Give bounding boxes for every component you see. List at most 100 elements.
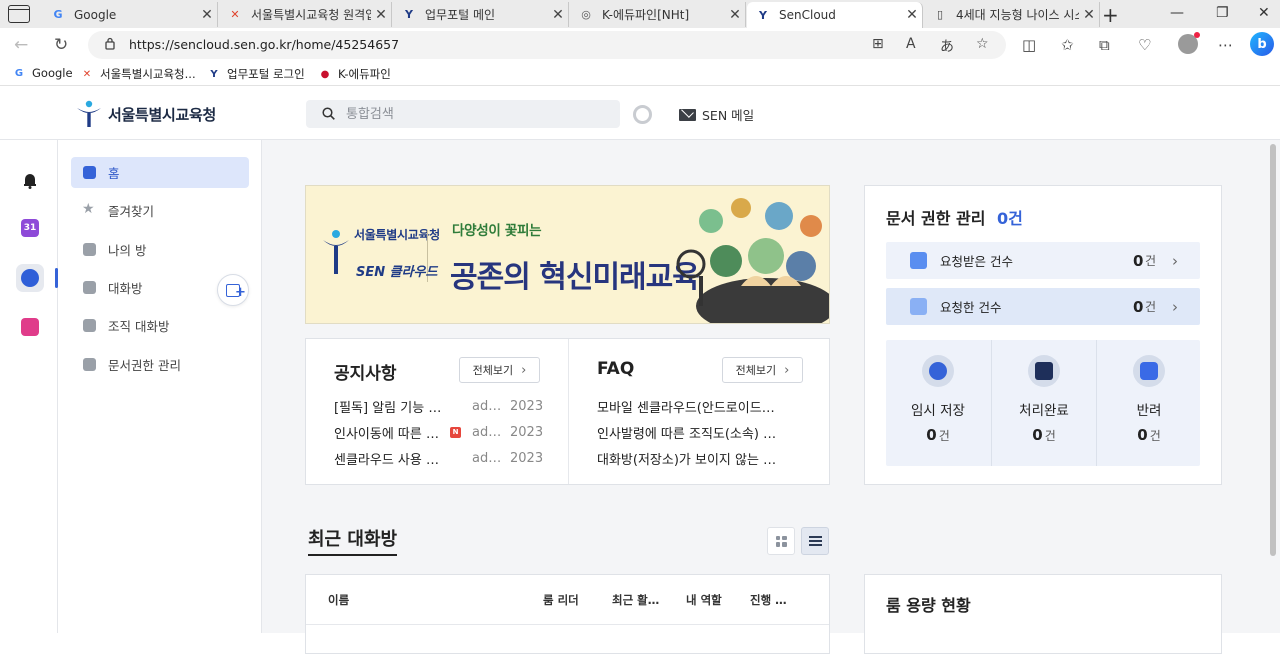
close-icon[interactable]: ✕ <box>902 7 922 23</box>
bookmark-sen[interactable]: ✕ 서울특별시교육청... <box>80 66 196 82</box>
bookmark-portal-login[interactable]: Y 업무포털 로그인 <box>207 66 305 82</box>
sencloud-app: 서울특별시교육청 SEN 메일 31 <box>0 87 1280 654</box>
browser-essentials-icon[interactable]: ♡ <box>1138 36 1151 54</box>
address-bar: ← ↻ https://sencloud.sen.go.kr/home/4525… <box>0 28 1280 62</box>
notice-item[interactable]: 인사이동에 따른 조직 변경 N admin 2023 <box>334 423 544 442</box>
column-leader[interactable]: 룸 리더 <box>543 592 579 608</box>
notice-view-all-button[interactable]: 전체보기 <box>459 357 540 383</box>
request-unit: 건 <box>1145 300 1157 314</box>
stat-rejected[interactable]: 반려 0건 <box>1096 340 1200 466</box>
org-chart-icon[interactable] <box>21 318 39 336</box>
global-search[interactable] <box>306 100 620 128</box>
column-name[interactable]: 이름 <box>328 592 349 608</box>
notice-item-author: admin <box>472 424 506 440</box>
url-text[interactable]: https://sencloud.sen.go.kr/home/45254657 <box>129 37 399 52</box>
back-icon[interactable]: ← <box>14 35 28 55</box>
collections-icon[interactable]: ⧉ <box>1099 36 1110 54</box>
new-tab-button[interactable]: + <box>1102 3 1119 27</box>
bookmarks-bar: G Google ✕ 서울특별시교육청... Y 업무포털 로그인 ● K-에듀… <box>0 62 1280 86</box>
refresh-icon[interactable]: ↻ <box>54 35 68 55</box>
org-logo[interactable]: 서울특별시교육청 <box>74 99 216 129</box>
close-window-icon[interactable]: ✕ <box>1258 5 1270 21</box>
favorites-icon[interactable]: ✩ <box>1061 36 1074 54</box>
close-icon[interactable]: ✕ <box>548 7 568 23</box>
faq-item[interactable]: 인사발령에 따른 조직도(소속) 변경 <box>597 423 777 442</box>
close-icon[interactable]: ✕ <box>371 7 391 23</box>
sen-mail-link[interactable]: SEN 메일 <box>679 105 754 124</box>
menu-label: 홈 <box>108 166 120 181</box>
list-view-button[interactable] <box>801 527 829 555</box>
close-icon[interactable]: ✕ <box>1079 7 1099 23</box>
favorite-star-icon[interactable]: ☆ <box>976 36 989 52</box>
menu-item-home[interactable]: 홈 <box>71 157 249 188</box>
search-input[interactable] <box>346 104 606 124</box>
grid-view-button[interactable] <box>767 527 795 555</box>
menu-label: 조직 대화방 <box>108 319 170 334</box>
stat-value: 0건 <box>992 426 1096 444</box>
stat-completed[interactable]: 처리완료 0건 <box>991 340 1095 466</box>
menu-item-org-chat[interactable]: 조직 대화방 <box>71 310 249 341</box>
icon-rail: 31 <box>0 140 58 633</box>
browser-tab-sencloud[interactable]: Y SenCloud ✕ <box>747 2 923 28</box>
browser-tab-bar: G Google ✕ ✕ 서울특별시교육청 원격업 ✕ Y 업무포털 메인 ✕ … <box>0 0 1280 28</box>
more-menu-icon[interactable]: ⋯ <box>1218 36 1233 54</box>
notice-item-title: [필독] 알림 기능 개선 안내 <box>334 400 444 416</box>
browser-tab-keduf[interactable]: ◎ K-에듀파인[NHt] ✕ <box>570 2 746 27</box>
menu-item-doc-auth[interactable]: 문서권한 관리 <box>71 349 249 380</box>
sent-requests-row[interactable]: 요청한 건수 0 건 › <box>886 288 1200 325</box>
browser-tab-portal[interactable]: Y 업무포털 메인 ✕ <box>393 2 569 27</box>
sen-logo-icon <box>323 230 349 274</box>
notice-item-author: admin <box>472 450 506 466</box>
translate-icon[interactable]: あ <box>940 36 954 56</box>
bookmark-keduf[interactable]: ● K-에듀파인 <box>318 66 391 82</box>
faq-item[interactable]: 모바일 센클라우드(안드로이드) 설치 방법 <box>597 397 777 416</box>
main-scrollbar[interactable] <box>1266 140 1280 633</box>
tab-title: Google <box>74 7 117 22</box>
bookmark-label: 업무포털 로그인 <box>227 67 305 81</box>
split-screen-icon[interactable]: ◫ <box>1022 36 1036 54</box>
notice-item[interactable]: 센클라우드 사용 안내 admin 2023 <box>334 449 544 468</box>
copilot-icon[interactable]: b <box>1250 32 1274 56</box>
menu-item-my-room[interactable]: 나의 방 <box>71 234 249 265</box>
tab-actions-icon[interactable] <box>8 5 30 23</box>
sync-icon[interactable] <box>633 105 652 124</box>
column-last-activity[interactable]: 최근 활동일 <box>612 592 664 608</box>
minimize-icon[interactable]: — <box>1170 5 1184 21</box>
document-icon: ▯ <box>936 8 944 21</box>
browser-tab-google[interactable]: G Google ✕ <box>42 2 218 27</box>
calendar-icon[interactable]: 31 <box>21 219 39 237</box>
keduf-icon: ● <box>320 68 330 80</box>
profile-avatar[interactable] <box>1178 32 1200 54</box>
google-icon: G <box>14 67 24 79</box>
home-icon <box>83 166 96 179</box>
faq-item[interactable]: 대화방(저장소)가 보이지 않는 경우 <box>597 449 777 468</box>
faq-view-all-button[interactable]: 전체보기 <box>722 357 803 383</box>
column-my-role[interactable]: 내 역할 <box>686 592 722 608</box>
stat-count: 0 <box>1137 426 1148 444</box>
restore-icon[interactable]: ❐ <box>1216 5 1229 21</box>
bell-icon[interactable] <box>21 171 39 189</box>
stat-label: 반려 <box>1136 403 1162 419</box>
mail-icon <box>679 108 696 121</box>
received-requests-row[interactable]: 요청받은 건수 0 건 › <box>886 242 1200 279</box>
browser-tab-sen-remote[interactable]: ✕ 서울특별시교육청 원격업 ✕ <box>219 2 392 27</box>
menu-label: 나의 방 <box>108 243 147 258</box>
close-icon[interactable]: ✕ <box>197 7 217 23</box>
sen-logo-icon: Y <box>405 8 413 21</box>
notice-item[interactable]: [필독] 알림 기능 개선 안내 admin 2023 <box>334 397 544 416</box>
column-status[interactable]: 진행 상태 <box>750 592 792 608</box>
promo-banner[interactable]: 서울특별시교육청 SEN 클라우드 다양성이 꽃피는 공존의 혁신미래교육 <box>305 185 830 324</box>
close-icon[interactable]: ✕ <box>725 7 745 23</box>
read-aloud-icon[interactable]: A <box>906 36 916 52</box>
request-count: 0 <box>1133 251 1144 270</box>
browser-tab-neis[interactable]: ▯ 4세대 지능형 나이스 시스 ✕ <box>924 2 1100 27</box>
url-box[interactable]: https://sencloud.sen.go.kr/home/45254657… <box>88 31 1006 59</box>
apps-icon[interactable]: ⊞ <box>872 36 884 52</box>
add-chat-room-button[interactable] <box>217 274 249 306</box>
bookmark-google[interactable]: G Google <box>12 66 73 80</box>
cloud-drive-icon[interactable] <box>21 269 39 287</box>
stat-draft[interactable]: 임시 저장 0건 <box>886 340 990 466</box>
scrollbar-thumb[interactable] <box>1270 144 1276 556</box>
menu-item-favorites[interactable]: ★ 즐겨찾기 <box>71 195 249 226</box>
doc-status-summary: 임시 저장 0건 처리완료 0건 반려 0건 <box>886 340 1200 466</box>
